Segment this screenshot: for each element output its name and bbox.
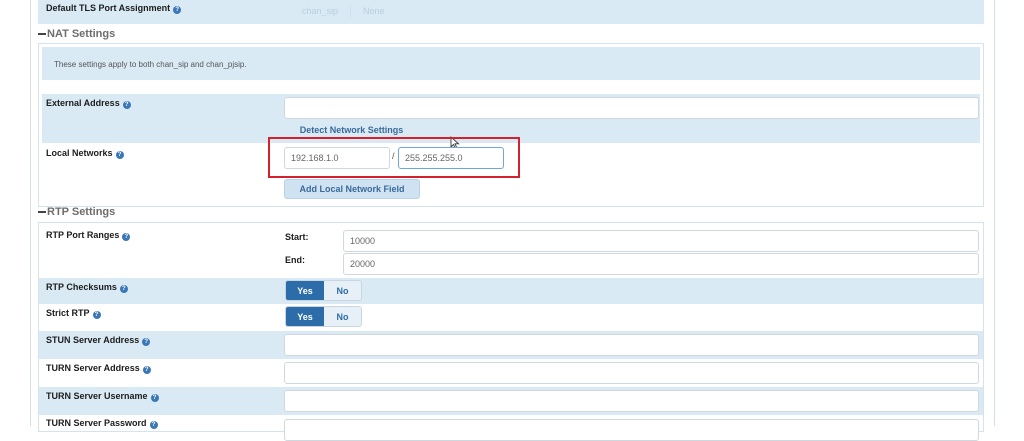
help-icon[interactable]: ? [142, 366, 151, 374]
turn-server-username-label: TURN Server Username? [46, 391, 159, 402]
rtp-checksums-label: RTP Checksums? [46, 282, 128, 293]
help-icon[interactable]: ? [142, 338, 151, 346]
rtp-checksums-toggle[interactable]: Yes No [285, 280, 362, 301]
rtp-start-label: Start: [285, 232, 309, 242]
turn-server-password-input[interactable] [284, 419, 979, 441]
strict-rtp-no[interactable]: No [324, 307, 361, 326]
tls-option-none[interactable]: None [351, 4, 397, 18]
rtp-checksums-no[interactable]: No [324, 281, 361, 300]
help-icon[interactable]: ? [119, 285, 128, 293]
help-icon[interactable]: ? [122, 101, 131, 109]
rtp-start-input[interactable]: 10000 [343, 230, 979, 252]
tls-options[interactable]: chan_sip None [290, 4, 397, 18]
help-icon[interactable]: ? [149, 421, 158, 429]
rtp-port-ranges-label: RTP Port Ranges? [46, 230, 131, 241]
turn-server-password-label: TURN Server Password? [46, 418, 158, 429]
tls-option-chan-sip[interactable]: chan_sip [290, 4, 352, 18]
rtp-end-label: End: [285, 255, 305, 265]
collapse-icon[interactable] [38, 211, 46, 214]
local-networks-label: Local Networks? [46, 148, 124, 159]
help-icon[interactable]: ? [150, 394, 159, 402]
rtp-checksums-row [39, 278, 983, 304]
highlight-rectangle [268, 137, 520, 178]
rtp-section-title[interactable]: RTP Settings [38, 206, 115, 218]
rtp-end-input[interactable]: 20000 [343, 253, 979, 275]
stun-server-address-label: STUN Server Address? [46, 335, 151, 346]
turn-server-address-input[interactable] [284, 362, 979, 384]
turn-server-address-label: TURN Server Address? [46, 363, 151, 374]
nat-section-title[interactable]: NAT Settings [38, 28, 115, 40]
help-icon[interactable]: ? [173, 6, 182, 14]
turn-server-username-input[interactable] [284, 390, 979, 412]
external-address-input[interactable] [284, 97, 979, 119]
stun-server-address-input[interactable] [284, 334, 979, 356]
collapse-icon[interactable] [38, 33, 46, 36]
help-icon[interactable]: ? [122, 233, 131, 241]
strict-rtp-toggle[interactable]: Yes No [285, 306, 362, 327]
strict-rtp-label: Strict RTP? [46, 308, 101, 319]
tls-label: Default TLS Port Assignment? [46, 3, 182, 14]
help-icon[interactable]: ? [92, 311, 101, 319]
page-border-right [994, 0, 995, 426]
help-icon[interactable]: ? [115, 151, 124, 159]
rtp-checksums-yes[interactable]: Yes [286, 281, 324, 300]
page-border-left [30, 0, 31, 426]
strict-rtp-yes[interactable]: Yes [286, 307, 324, 326]
external-address-label: External Address? [46, 98, 131, 109]
nat-note: These settings apply to both chan_sip an… [54, 60, 247, 69]
add-local-network-field-button[interactable]: Add Local Network Field [284, 179, 420, 199]
